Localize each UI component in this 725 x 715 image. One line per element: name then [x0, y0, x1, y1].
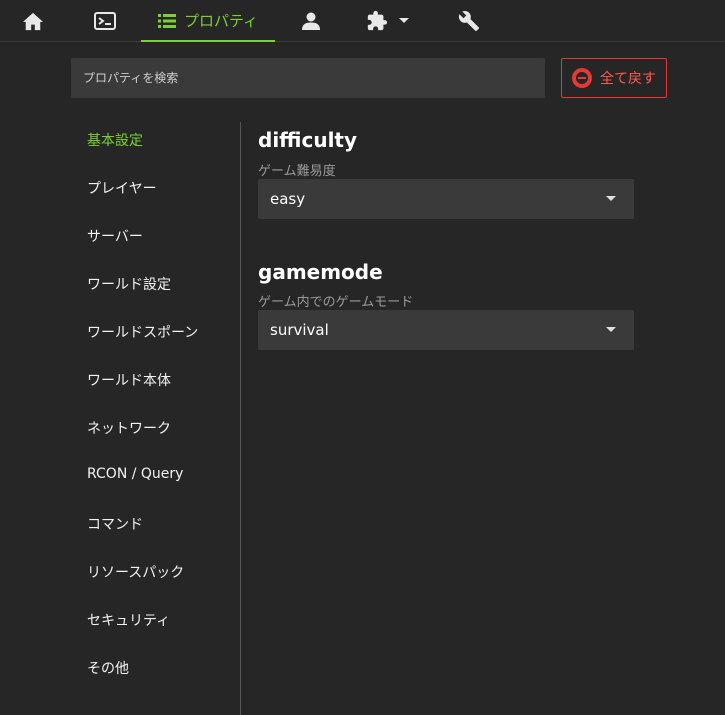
sidebar-item-other[interactable]: その他: [87, 658, 129, 678]
sidebar-item-command[interactable]: コマンド: [87, 514, 143, 534]
category-sidebar: 基本設定 プレイヤー サーバー ワールド設定 ワールドスポーン ワールド本体 ネ…: [71, 122, 241, 715]
dropdown-arrow-icon: [606, 327, 616, 332]
nav-console[interactable]: [72, 0, 138, 41]
nav-home[interactable]: [0, 0, 66, 41]
sidebar-item-server[interactable]: サーバー: [87, 226, 143, 246]
top-nav: プロパティ: [0, 0, 725, 42]
property-title-gamemode: gamemode: [258, 260, 383, 284]
minus-circle-icon: [572, 68, 592, 88]
nav-settings[interactable]: [436, 0, 502, 41]
sidebar-item-rcon-query[interactable]: RCON / Query: [87, 466, 183, 482]
list-icon: [157, 13, 176, 28]
tab-properties-label: プロパティ: [183, 12, 259, 30]
reset-all-button[interactable]: 全て戻す: [561, 58, 667, 98]
property-description-difficulty: ゲーム難易度: [258, 164, 336, 179]
wrench-icon: [458, 10, 480, 31]
sidebar-item-world[interactable]: ワールド設定: [87, 274, 171, 294]
sidebar-item-player[interactable]: プレイヤー: [87, 178, 157, 198]
gamemode-value: survival: [270, 321, 329, 339]
sidebar-item-network[interactable]: ネットワーク: [87, 418, 171, 438]
person-icon: [302, 12, 320, 30]
sidebar-item-security[interactable]: セキュリティ: [87, 610, 170, 630]
gamemode-select[interactable]: survival: [258, 310, 634, 350]
difficulty-value: easy: [270, 190, 306, 208]
dropdown-arrow-icon: [606, 196, 616, 201]
reset-all-label: 全て戻す: [600, 71, 656, 87]
home-icon: [23, 12, 43, 30]
puzzle-icon: [367, 10, 388, 30]
chevron-down-icon: [399, 17, 409, 23]
search-input[interactable]: [71, 58, 545, 98]
difficulty-select[interactable]: easy: [258, 179, 634, 219]
tab-properties[interactable]: プロパティ: [141, 0, 275, 42]
nav-plugins[interactable]: [350, 0, 426, 41]
property-description-gamemode: ゲーム内でのゲームモード: [258, 295, 414, 310]
nav-players[interactable]: [278, 0, 344, 41]
sidebar-item-world-body[interactable]: ワールド本体: [87, 370, 171, 390]
sidebar-item-basic[interactable]: 基本設定: [87, 130, 143, 150]
sidebar-item-resource-pack[interactable]: リソースパック: [87, 562, 184, 582]
property-title-difficulty: difficulty: [258, 128, 358, 152]
sidebar-item-world-spawn[interactable]: ワールドスポーン: [87, 322, 198, 342]
console-icon: [94, 11, 116, 30]
